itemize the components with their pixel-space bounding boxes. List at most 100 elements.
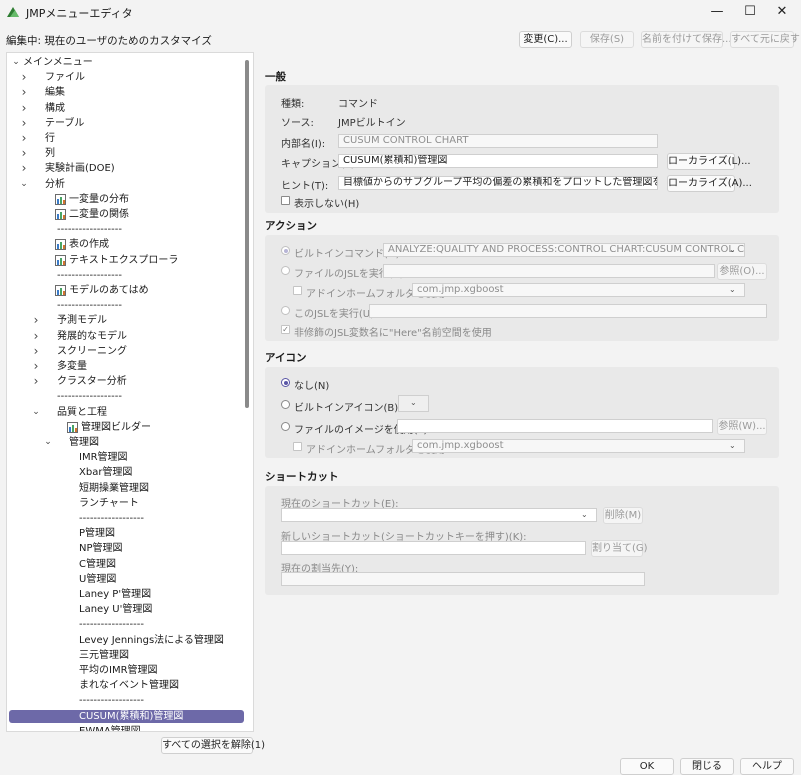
chevron-right-icon[interactable]: › — [31, 359, 41, 374]
tree-item[interactable]: 一変量の分布 — [7, 192, 247, 207]
chevron-down-icon[interactable]: ⌄ — [11, 55, 21, 70]
tree-scrollbar[interactable] — [245, 60, 249, 408]
tree-item[interactable]: まれなイベント管理図 — [7, 678, 247, 693]
browse-o-button[interactable]: 参照(O)... — [717, 263, 767, 280]
save-button[interactable]: 保存(S) — [580, 31, 634, 48]
chevron-down-icon[interactable]: ⌄ — [19, 177, 29, 192]
maximize-button[interactable]: ☐ — [732, 0, 768, 24]
hint-input[interactable]: 目標値からのサブグループ平均の偏差の累積和をプロットした管理図を作成する。 — [338, 176, 658, 190]
reset-all-button[interactable]: すべて元に戻す — [730, 31, 800, 48]
icon-addin-home-checkbox[interactable] — [293, 442, 302, 451]
tree-item[interactable]: ------------------ — [7, 617, 247, 632]
tree-item[interactable]: › クラスター分析 — [7, 374, 247, 389]
delete-shortcut-button[interactable]: 削除(M) — [603, 507, 643, 524]
tree-item[interactable]: 短期操業管理図 — [7, 481, 247, 496]
tree-item[interactable]: U管理図 — [7, 572, 247, 587]
chevron-right-icon[interactable]: › — [19, 70, 29, 85]
new-shortcut-input[interactable] — [281, 541, 586, 555]
current-shortcut-dropdown[interactable] — [281, 508, 597, 522]
tree-item[interactable]: Levey Jennings法による管理図 — [7, 633, 247, 648]
run-this-jsl-radio[interactable] — [281, 306, 290, 315]
icon-addin-home-dropdown[interactable]: com.jmp.xgboost — [412, 439, 745, 453]
chevron-right-icon[interactable]: › — [19, 146, 29, 161]
deselect-all-button[interactable]: すべての選択を解除(1) — [161, 737, 265, 754]
tree-item[interactable]: ⌄ 管理図 — [7, 435, 247, 450]
tree-item[interactable]: CUSUM(累積和)管理図 — [7, 709, 247, 724]
menu-tree[interactable]: ⌄ メインメニュー › ファイル › 編集 › 構成 › テーブル › 行 › 列 › 実験計画(DOE) ⌄ 分… — [6, 52, 254, 732]
tree-item[interactable]: 表の作成 — [7, 237, 247, 252]
change-button[interactable]: 変更(C)... — [519, 31, 572, 48]
close-button[interactable]: 閉じる — [680, 758, 734, 775]
assign-shortcut-button[interactable]: 割り当て(G) — [591, 540, 648, 557]
tree-item[interactable]: › ファイル — [7, 70, 247, 85]
tree-item[interactable]: ⌄ 品質と工程 — [7, 405, 247, 420]
addin-home-dropdown[interactable]: com.jmp.xgboost — [412, 283, 745, 297]
tree-item[interactable]: ------------------ — [7, 511, 247, 526]
chevron-right-icon[interactable]: › — [31, 344, 41, 359]
addin-home-checkbox[interactable] — [293, 286, 302, 295]
chevron-down-icon[interactable]: ⌄ — [43, 435, 53, 450]
file-image-field[interactable] — [397, 419, 713, 433]
chevron-right-icon[interactable]: › — [31, 313, 41, 328]
tree-item[interactable]: ------------------ — [7, 222, 247, 237]
chevron-right-icon[interactable]: › — [19, 116, 29, 131]
tree-item[interactable]: ランチャート — [7, 496, 247, 511]
tree-item[interactable]: ⌄ メインメニュー — [7, 55, 247, 70]
tree-item[interactable]: テキストエクスプローラ — [7, 253, 247, 268]
tree-item[interactable]: Laney P'管理図 — [7, 587, 247, 602]
tree-item[interactable]: モデルのあてはめ — [7, 283, 247, 298]
tree-item[interactable]: NP管理図 — [7, 541, 247, 556]
icon-none-radio[interactable] — [281, 378, 290, 387]
browse-w-button[interactable]: 参照(W)... — [717, 418, 767, 435]
tree-item[interactable]: › 多変量 — [7, 359, 247, 374]
localize-caption-button[interactable]: ローカライズ(L)... — [667, 153, 751, 170]
chevron-right-icon[interactable]: › — [19, 101, 29, 116]
here-namespace-checkbox[interactable]: ✓ — [281, 325, 290, 334]
chevron-right-icon[interactable]: › — [19, 161, 29, 176]
save-as-button[interactable]: 名前を付けて保存... — [641, 31, 732, 48]
tree-item[interactable]: Laney U'管理図 — [7, 602, 247, 617]
builtin-command-dropdown[interactable]: ANALYZE:QUALITY AND PROCESS:CONTROL CHAR… — [383, 243, 745, 257]
tree-item[interactable]: › スクリーニング — [7, 344, 247, 359]
chevron-right-icon[interactable]: › — [19, 131, 29, 146]
chevron-right-icon[interactable]: › — [31, 329, 41, 344]
tree-item[interactable]: Xbar管理図 — [7, 465, 247, 480]
tree-item[interactable]: 三元管理図 — [7, 648, 247, 663]
close-window-button[interactable]: ✕ — [764, 0, 800, 24]
tree-item[interactable]: › 構成 — [7, 101, 247, 116]
tree-item[interactable]: ⌄ 分析 — [7, 177, 247, 192]
help-button[interactable]: ヘルプ — [740, 758, 794, 775]
localize-hint-button[interactable]: ローカライズ(A)... — [667, 175, 752, 192]
minimize-button[interactable]: — — [699, 0, 735, 24]
tree-item[interactable]: › 発展的なモデル — [7, 329, 247, 344]
tree-item[interactable]: 平均のIMR管理図 — [7, 663, 247, 678]
tree-item[interactable]: › 行 — [7, 131, 247, 146]
tree-item[interactable]: ------------------ — [7, 298, 247, 313]
chevron-right-icon[interactable]: › — [31, 374, 41, 389]
tree-item[interactable]: › 編集 — [7, 85, 247, 100]
hide-checkbox[interactable] — [281, 196, 290, 205]
ok-button[interactable]: OK — [620, 758, 674, 775]
tree-item[interactable]: ------------------ — [7, 693, 247, 708]
tree-item[interactable]: › 予測モデル — [7, 313, 247, 328]
run-file-jsl-field[interactable] — [383, 264, 715, 278]
tree-item[interactable]: ------------------ — [7, 268, 247, 283]
tree-item[interactable]: IMR管理図 — [7, 450, 247, 465]
builtin-icon-radio[interactable] — [281, 400, 290, 409]
tree-item[interactable]: P管理図 — [7, 526, 247, 541]
caption-input[interactable]: CUSUM(累積和)管理図 — [338, 154, 658, 168]
run-this-jsl-field[interactable] — [369, 304, 767, 318]
tree-item[interactable]: 管理図ビルダー — [7, 420, 247, 435]
tree-item[interactable]: 二変量の関係 — [7, 207, 247, 222]
tree-item[interactable]: C管理図 — [7, 557, 247, 572]
tree-item[interactable]: › テーブル — [7, 116, 247, 131]
tree-item[interactable]: › 列 — [7, 146, 247, 161]
chevron-down-icon[interactable]: ⌄ — [31, 405, 41, 420]
file-image-radio[interactable] — [281, 422, 290, 431]
tree-item[interactable]: ------------------ — [7, 389, 247, 404]
chevron-right-icon[interactable]: › — [19, 85, 29, 100]
run-file-jsl-radio[interactable] — [281, 266, 290, 275]
builtin-command-radio[interactable] — [281, 246, 290, 255]
tree-item[interactable]: EWMA管理図 — [7, 724, 247, 731]
tree-item[interactable]: › 実験計画(DOE) — [7, 161, 247, 176]
